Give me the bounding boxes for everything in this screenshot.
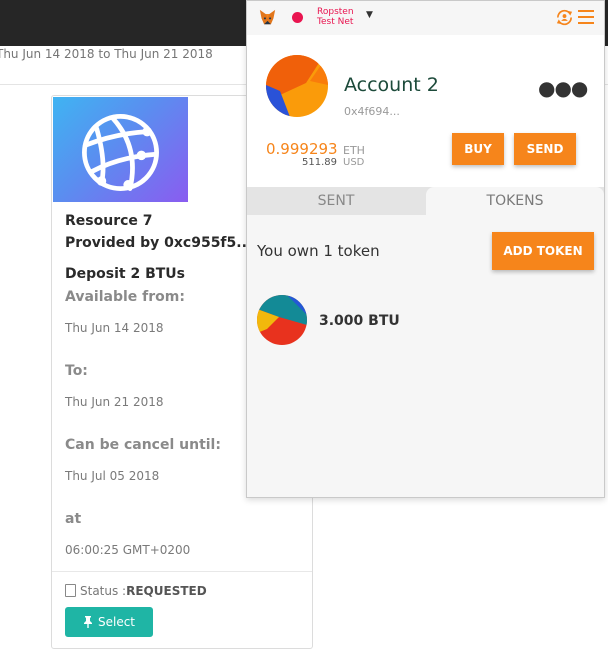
cancel-value: Thu Jul 05 2018 — [65, 469, 160, 483]
select-label: Select — [97, 615, 136, 629]
to-label: To: — [65, 363, 88, 379]
hamburger-menu-icon[interactable] — [578, 10, 594, 28]
network-selector[interactable]: Ropsten Test Net — [317, 7, 354, 27]
account-options-icon[interactable]: ●●● — [538, 76, 588, 100]
at-value: 06:00:25 GMT+0200 — [65, 543, 191, 557]
card-footer: Status :REQUESTED Select — [52, 571, 312, 649]
caret-down-icon[interactable]: ▼ — [366, 10, 373, 20]
token-avatar — [257, 295, 307, 345]
account-address[interactable]: 0x4f694... — [344, 105, 400, 118]
usd-unit: USD — [343, 157, 365, 168]
resource-image — [53, 97, 188, 202]
metamask-popup: Ropsten Test Net ▼ Account 2 0x4f694... … — [246, 0, 605, 498]
account-name: Account 2 — [344, 74, 439, 96]
network-status-dot[interactable] — [292, 12, 303, 23]
tab-tokens[interactable]: TOKENS — [426, 187, 604, 215]
to-value: Thu Jun 21 2018 — [65, 395, 164, 409]
metamask-header: Ropsten Test Net ▼ — [247, 1, 604, 35]
cancel-label: Can be cancel until: — [65, 437, 221, 453]
status-label: Status : — [80, 584, 127, 598]
account-section: Account 2 0x4f694... ●●● 0.999293 ETH 51… — [247, 35, 604, 187]
tokens-owned-text: You own 1 token — [257, 242, 380, 260]
network-name-line2: Test Net — [317, 17, 354, 27]
token-amount: 3.000 BTU — [319, 313, 400, 329]
account-avatar[interactable] — [266, 55, 328, 117]
usd-balance: 511.89 — [302, 157, 337, 168]
tab-bar: SENT TOKENS — [247, 187, 604, 215]
send-button[interactable]: SEND — [514, 133, 576, 165]
pin-icon — [83, 616, 92, 628]
at-label: at — [65, 511, 82, 527]
date-range-text: Thu Jun 14 2018 to Thu Jun 21 2018 — [0, 47, 213, 61]
buy-button[interactable]: BUY — [452, 133, 504, 165]
add-token-button[interactable]: ADD TOKEN — [492, 232, 594, 270]
network-name-line1: Ropsten — [317, 7, 354, 17]
eth-balance: 0.999293 — [266, 140, 338, 158]
metamask-fox-icon[interactable] — [259, 9, 276, 26]
status-line: Status :REQUESTED — [65, 584, 207, 598]
resource-title: Resource 7 — [65, 213, 153, 229]
available-label: Available from: — [65, 289, 185, 305]
select-button[interactable]: Select — [65, 607, 153, 637]
globe-network-icon — [82, 114, 159, 191]
resource-provider: Provided by 0xc955f5... — [65, 235, 253, 251]
eth-unit: ETH — [343, 144, 365, 157]
deposit-text: Deposit 2 BTUs — [65, 266, 185, 282]
account-sync-icon[interactable] — [555, 8, 574, 27]
id-badge-icon — [65, 584, 76, 597]
status-value: REQUESTED — [126, 584, 207, 598]
tab-sent[interactable]: SENT — [247, 187, 425, 215]
available-value: Thu Jun 14 2018 — [65, 321, 164, 335]
token-list-item[interactable]: 3.000 BTU — [257, 295, 597, 347]
